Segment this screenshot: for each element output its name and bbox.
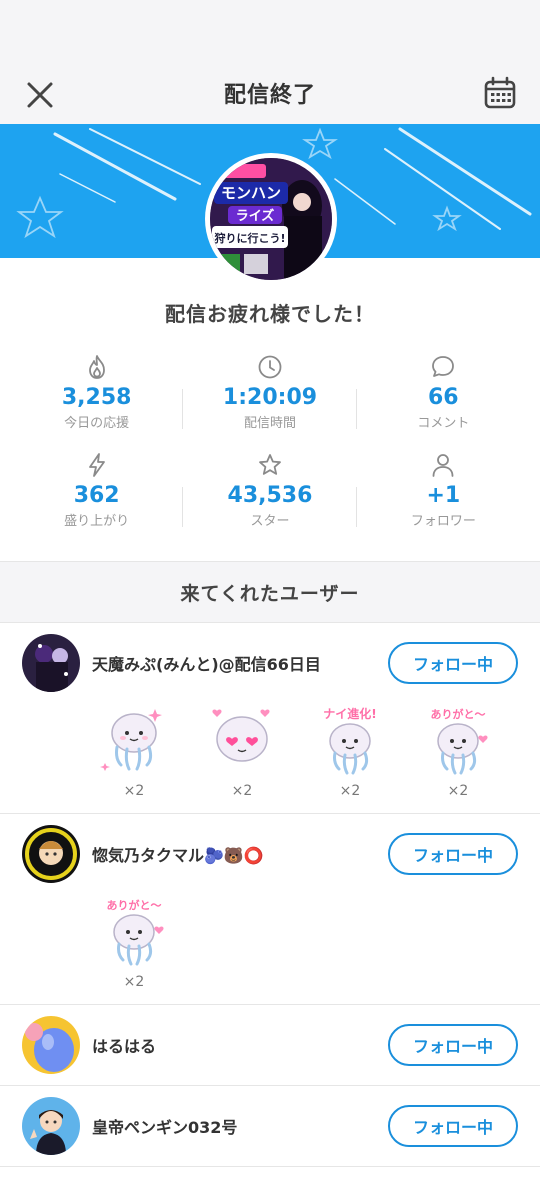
stat-label: コメント: [417, 416, 470, 431]
star-icon: [259, 454, 281, 475]
jellyfish-thanks-sticker-icon: ありがと〜: [107, 898, 164, 966]
user-name[interactable]: 天魔みぷ(みんと)@配信66日目: [92, 651, 388, 675]
thanks-message: 配信お疲れ様でした！: [165, 302, 375, 326]
page-title: 配信終了: [223, 83, 316, 108]
follow-button[interactable]: フォロー中: [388, 833, 518, 875]
follow-button[interactable]: フォロー中: [388, 1024, 518, 1066]
stat-label: スター: [250, 514, 290, 529]
stat-value: +1: [426, 483, 461, 508]
stat-value: 3,258: [61, 385, 132, 410]
jellyfish-heart-eyes-icon: [212, 709, 270, 762]
close-icon[interactable]: [22, 77, 58, 113]
stream-thumbnail: モンハン ライズ 狩りに行こう!: [205, 153, 337, 285]
nav-bar: 配信終了: [0, 62, 540, 124]
stat-cheers: 3,258 今日の応援: [10, 353, 184, 437]
jellyfish-text-sticker-icon: ナイ進化!: [323, 706, 377, 775]
avatar[interactable]: [22, 825, 80, 883]
lightning-icon: [88, 453, 105, 477]
stat-value: 1:20:09: [222, 385, 318, 410]
stat-value: 362: [73, 483, 120, 508]
gift-item: ×2: [188, 703, 296, 799]
thumb-text-2: ライズ: [236, 208, 275, 224]
stat-comments: 66 コメント: [357, 353, 530, 437]
gift-item: ありがと〜 ×2: [80, 894, 188, 990]
gift-count: ×2: [231, 783, 253, 799]
user-name[interactable]: 惚気乃タクマル🫐🐻⭕: [92, 842, 388, 866]
thumb-text-3: 狩りに行こう!: [213, 231, 285, 245]
stat-duration: 1:20:09 配信時間: [183, 353, 357, 437]
stat-label: フォロワー: [410, 514, 476, 529]
stat-stars: 43,536 スター: [183, 451, 357, 535]
stat-label: 今日の応援: [64, 416, 130, 431]
stat-excitement: 362 盛り上がり: [10, 451, 184, 535]
calendar-icon[interactable]: [482, 75, 518, 111]
flame-icon: [88, 355, 105, 379]
gift-item: ×2: [80, 703, 188, 799]
stat-value: 66: [428, 385, 459, 410]
follow-button[interactable]: フォロー中: [388, 642, 518, 684]
user-item: 皇帝ペンギン032号 フォロー中: [0, 1086, 540, 1167]
comment-icon: [432, 356, 455, 377]
jellyfish-sticker-icon: [100, 709, 162, 771]
stat-followers: +1 フォロワー: [357, 451, 530, 535]
gift-item: ありがと〜 ×2: [404, 703, 512, 799]
section-title: 来てくれたユーザー: [0, 561, 540, 623]
user-item: 天魔みぷ(みんと)@配信66日目 フォロー中 ×2 ×2 ナイ進化! ×2 あり…: [0, 623, 540, 814]
sticker-text: ありがと〜: [431, 707, 486, 721]
clock-icon: [258, 355, 282, 379]
user-name[interactable]: 皇帝ペンギン032号: [92, 1114, 388, 1138]
sticker-text: ナイ進化!: [323, 706, 376, 721]
thumbnail-image: モンハン ライズ 狩りに行こう!: [210, 158, 332, 280]
status-bar: [0, 0, 540, 62]
gift-item: ナイ進化! ×2: [296, 703, 404, 799]
gift-count: ×2: [123, 974, 145, 990]
thumb-text-1: モンハン: [221, 184, 281, 202]
avatar[interactable]: [22, 634, 80, 692]
gift-count: ×2: [447, 783, 469, 799]
stat-label: 配信時間: [243, 416, 296, 431]
person-icon: [432, 454, 454, 477]
jellyfish-thanks-sticker-icon: ありがと〜: [431, 707, 488, 775]
user-name[interactable]: はるはる: [92, 1033, 388, 1057]
avatar[interactable]: [22, 1016, 80, 1074]
gift-count: ×2: [123, 783, 145, 799]
user-item: 惚気乃タクマル🫐🐻⭕ フォロー中 ありがと〜 ×2: [0, 814, 540, 1005]
sticker-text: ありがと〜: [107, 898, 162, 912]
avatar[interactable]: [22, 1097, 80, 1155]
stat-value: 43,536: [227, 483, 313, 508]
stat-label: 盛り上がり: [64, 514, 130, 529]
user-item: はるはる フォロー中: [0, 1005, 540, 1086]
gift-count: ×2: [339, 783, 361, 799]
follow-button[interactable]: フォロー中: [388, 1105, 518, 1147]
stats-grid: 3,258 今日の応援 1:20:09 配信時間 66 コメント 362 盛り上…: [0, 353, 540, 535]
